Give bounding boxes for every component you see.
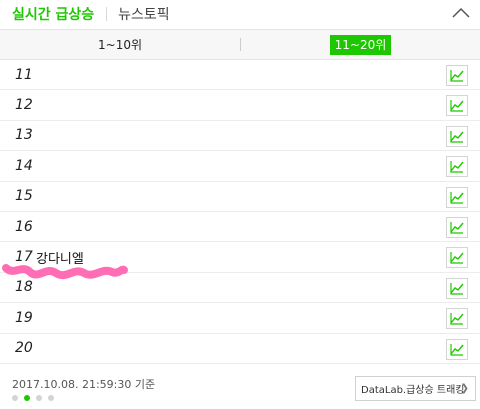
list-footer: 2017.10.08. 21:59:30 기준 DataLab.급상승 트래킹 … — [0, 368, 480, 409]
tab-rank-11-20-label: 11~20위 — [329, 34, 392, 55]
datalab-tracking-button[interactable]: DataLab.급상승 트래킹 ❯ — [355, 376, 476, 401]
rank-number: 12 — [15, 97, 33, 114]
list-item[interactable]: 12 — [0, 90, 480, 121]
trend-chart-icon[interactable] — [446, 308, 468, 330]
rank-number: 20 — [15, 340, 33, 357]
update-timestamp: 2017.10.08. 21:59:30 기준 — [12, 378, 156, 391]
rank-number: 16 — [15, 218, 33, 235]
pink-scribble-redaction — [2, 264, 128, 280]
trend-chart-icon[interactable] — [446, 95, 468, 117]
page-dot[interactable] — [12, 395, 18, 401]
trend-chart-icon[interactable] — [446, 277, 468, 299]
rank-range-tabs: 1~10위 11~20위 — [0, 29, 480, 60]
list-item[interactable]: 20 — [0, 334, 480, 364]
list-item[interactable]: 19 — [0, 303, 480, 334]
page-dot[interactable] — [48, 395, 54, 401]
page-dot[interactable] — [36, 395, 42, 401]
top-tab-bar: 실시간 급상승 뉴스토픽 — [0, 0, 480, 28]
list-item[interactable]: 13 — [0, 121, 480, 152]
rank-number: 11 — [15, 66, 33, 83]
page-dot[interactable] — [24, 395, 30, 401]
list-item[interactable]: 16 — [0, 212, 480, 243]
rank-number: 13 — [15, 127, 33, 144]
page-indicator — [12, 395, 54, 401]
trend-chart-icon[interactable] — [446, 338, 468, 360]
trending-keyword-list: 11 12 13 14 15 16 17 강다니엘 18 19 20 — [0, 60, 480, 364]
trend-chart-icon[interactable] — [446, 125, 468, 147]
rank-number: 15 — [15, 188, 33, 205]
trend-chart-icon[interactable] — [446, 65, 468, 86]
tab-rank-1-10-label: 1~10위 — [98, 37, 142, 52]
trend-chart-icon[interactable] — [446, 186, 468, 208]
list-item[interactable]: 11 — [0, 60, 480, 91]
trend-chart-icon[interactable] — [446, 247, 468, 269]
tab-rank-11-20[interactable]: 11~20위 — [241, 30, 480, 59]
tab-news-topic[interactable]: 뉴스토픽 — [118, 4, 170, 24]
chevron-right-icon: ❯ — [460, 383, 469, 394]
datalab-tracking-label: DataLab.급상승 트래킹 — [361, 385, 465, 396]
list-item[interactable]: 14 — [0, 151, 480, 182]
trend-chart-icon[interactable] — [446, 216, 468, 238]
trend-chart-icon[interactable] — [446, 156, 468, 178]
list-item[interactable]: 15 — [0, 182, 480, 212]
tab-separator — [106, 7, 108, 21]
chevron-up-icon[interactable] — [452, 5, 470, 19]
rank-number: 19 — [15, 309, 33, 326]
rank-number: 14 — [15, 157, 33, 174]
tab-realtime-trending[interactable]: 실시간 급상승 — [12, 4, 94, 24]
tab-rank-1-10[interactable]: 1~10위 — [0, 30, 240, 59]
